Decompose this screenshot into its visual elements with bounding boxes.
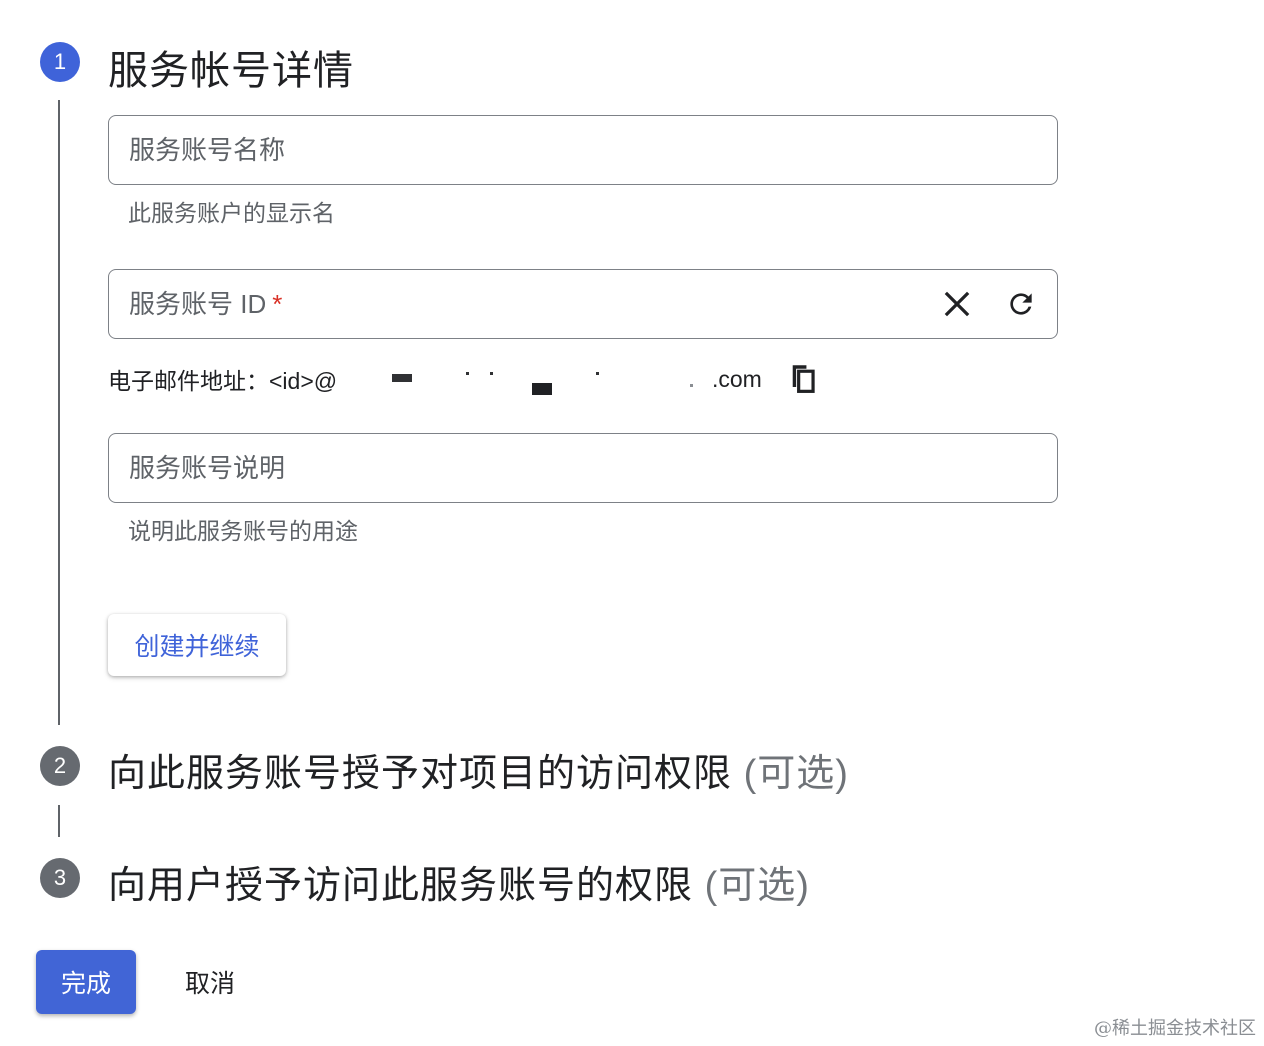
service-account-id-field[interactable]: 服务账号 ID * <box>108 269 1058 339</box>
service-account-name-hint: 此服务账户的显示名 <box>128 200 335 226</box>
email-prefix: <id>@ <box>269 368 338 394</box>
email-redacted-mark-3 <box>490 372 493 375</box>
done-button[interactable]: 完成 <box>36 950 136 1014</box>
cancel-button[interactable]: 取消 <box>160 950 260 1014</box>
email-label: 电子邮件地址： <box>108 368 269 394</box>
step-2-number: 2 <box>53 753 67 778</box>
regenerate-id-button[interactable] <box>999 282 1043 326</box>
email-redacted-mark-4 <box>532 383 552 395</box>
service-account-name-placeholder: 服务账号名称 <box>129 135 286 165</box>
step-1-number: 1 <box>53 49 67 74</box>
service-account-description-hint: 说明此服务账号的用途 <box>128 518 358 544</box>
email-redacted-mark-1 <box>392 374 412 382</box>
copy-email-button[interactable] <box>782 358 824 400</box>
service-account-id-placeholder: 服务账号 ID * <box>129 270 282 338</box>
service-account-id-label: 服务账号 ID <box>129 289 267 319</box>
email-redacted-mark-5 <box>596 372 599 375</box>
step-1-title: 服务帐号详情 <box>108 38 354 96</box>
step-2-title-text: 向此服务账号授予对项目的访问权限 <box>108 753 733 795</box>
service-account-description-field[interactable]: 服务账号说明 <box>108 433 1058 503</box>
step-2-title[interactable]: 向此服务账号授予对项目的访问权限 (可选) <box>108 742 849 797</box>
email-redacted-mark-2 <box>466 372 469 375</box>
email-address-line: 电子邮件地址：<id>@ <box>108 362 337 396</box>
watermark: @稀土掘金技术社区 <box>1094 1018 1256 1039</box>
step-2-optional: (可选) <box>743 753 849 795</box>
step-1-indicator: 1 <box>40 42 80 82</box>
email-redacted-mark-6 <box>690 384 693 387</box>
step-3-title[interactable]: 向用户授予访问此服务账号的权限 (可选) <box>108 854 810 909</box>
step-3-optional: (可选) <box>704 865 810 907</box>
step-2-connector <box>58 805 60 837</box>
close-icon <box>944 291 970 317</box>
step-3-title-text: 向用户授予访问此服务账号的权限 <box>108 865 694 907</box>
service-account-description-placeholder: 服务账号说明 <box>129 453 286 483</box>
service-account-name-field[interactable]: 服务账号名称 <box>108 115 1058 185</box>
clear-id-button[interactable] <box>935 282 979 326</box>
step-1-title-text: 服务帐号详情 <box>108 49 354 93</box>
step-2-indicator[interactable]: 2 <box>40 746 80 786</box>
refresh-icon <box>1010 293 1032 315</box>
required-mark: * <box>272 289 283 319</box>
create-and-continue-button[interactable]: 创建并继续 <box>108 614 286 676</box>
step-3-indicator[interactable]: 3 <box>40 858 80 898</box>
email-suffix: .com <box>712 366 762 392</box>
step-1-connector <box>58 100 60 725</box>
step-3-number: 3 <box>53 865 67 890</box>
copy-icon <box>792 365 815 393</box>
